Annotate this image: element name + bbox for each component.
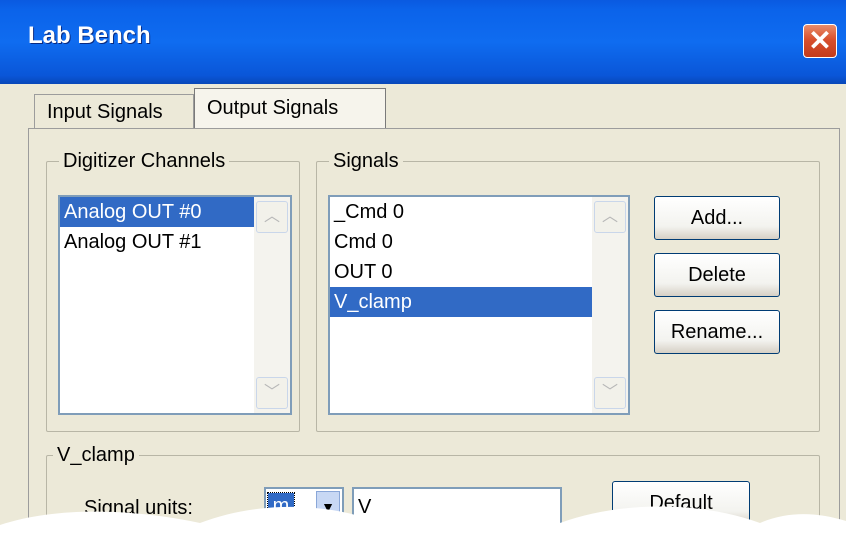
- list-item[interactable]: V_clamp: [330, 287, 596, 317]
- add-button[interactable]: Add...: [654, 196, 780, 240]
- lab-bench-dialog: Lab Bench ✕ Input Signals Output Signals…: [0, 0, 846, 543]
- chevron-up-icon[interactable]: ︿: [594, 201, 626, 233]
- torn-edge: [0, 506, 846, 543]
- signals-legend: Signals: [333, 150, 399, 172]
- chevron-up-icon[interactable]: ︿: [256, 201, 288, 233]
- title-bar[interactable]: Lab Bench ✕: [0, 0, 846, 84]
- rename-button[interactable]: Rename...: [654, 310, 780, 354]
- digitizer-channels-legend: Digitizer Channels: [63, 150, 226, 172]
- scrollbar[interactable]: ︿ ﹀: [592, 197, 628, 413]
- tab-input-signals[interactable]: Input Signals: [34, 94, 194, 128]
- delete-button[interactable]: Delete: [654, 253, 780, 297]
- list-item[interactable]: _Cmd 0: [330, 197, 628, 227]
- signals-list[interactable]: _Cmd 0 Cmd 0 OUT 0 V_clamp ︿ ﹀: [328, 195, 630, 415]
- window-title: Lab Bench: [28, 22, 151, 49]
- signal-settings-legend: V_clamp: [57, 444, 135, 466]
- chevron-down-icon[interactable]: ﹀: [594, 377, 626, 409]
- tab-output-signals[interactable]: Output Signals: [194, 88, 386, 128]
- list-item[interactable]: OUT 0: [330, 257, 628, 287]
- tab-strip: Input Signals Output Signals: [0, 84, 846, 129]
- chevron-down-icon[interactable]: ﹀: [256, 377, 288, 409]
- close-button[interactable]: ✕: [803, 24, 837, 58]
- digitizer-channels-list[interactable]: Analog OUT #0 Analog OUT #1 ︿ ﹀: [58, 195, 292, 415]
- scrollbar[interactable]: ︿ ﹀: [254, 197, 290, 413]
- list-item[interactable]: Cmd 0: [330, 227, 628, 257]
